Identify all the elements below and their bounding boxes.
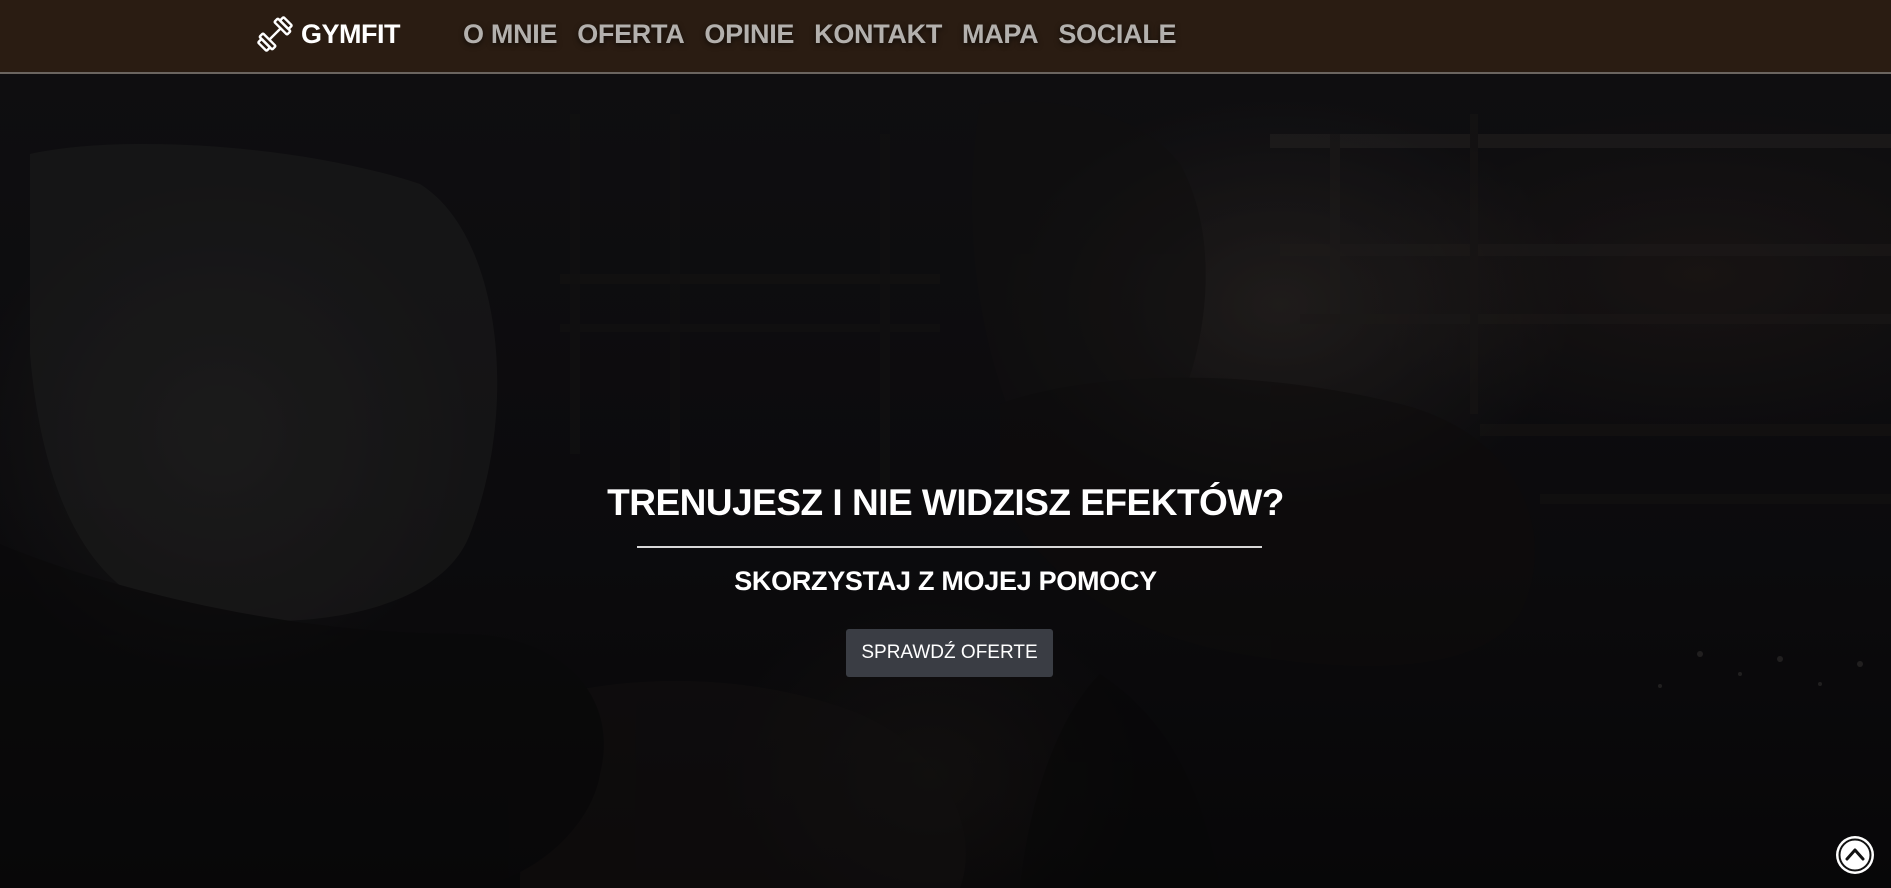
hero-divider (637, 546, 1262, 548)
nav-links: O MNIE OFERTA OPINIE KONTAKT MAPA SOCIAL… (463, 16, 1177, 52)
scroll-to-top-button[interactable] (1836, 836, 1874, 874)
brand-logo-link[interactable]: GYMFIT (255, 14, 401, 54)
nav-link-sociale[interactable]: SOCIALE (1058, 16, 1176, 52)
hero-headline: TRENUJESZ I NIE WIDZISZ EFEKTÓW? (607, 482, 1284, 523)
dumbbell-icon (255, 14, 295, 54)
nav-link-kontakt[interactable]: KONTAKT (814, 16, 942, 52)
top-navbar: GYMFIT O MNIE OFERTA OPINIE KONTAKT MAPA… (0, 0, 1891, 74)
nav-link-mapa[interactable]: MAPA (962, 16, 1039, 52)
check-offer-button[interactable]: SPRAWDŹ OFERTE (846, 629, 1053, 677)
brand-name: GYMFIT (301, 18, 401, 49)
nav-link-opinie[interactable]: OPINIE (704, 16, 794, 52)
nav-link-o-mnie[interactable]: O MNIE (463, 16, 558, 52)
nav-link-oferta[interactable]: OFERTA (577, 16, 685, 52)
chevron-up-icon (1838, 838, 1872, 872)
hero-subheadline: SKORZYSTAJ Z MOJEJ POMOCY (734, 566, 1157, 596)
hero-content: TRENUJESZ I NIE WIDZISZ EFEKTÓW? SKORZYS… (0, 74, 1891, 888)
